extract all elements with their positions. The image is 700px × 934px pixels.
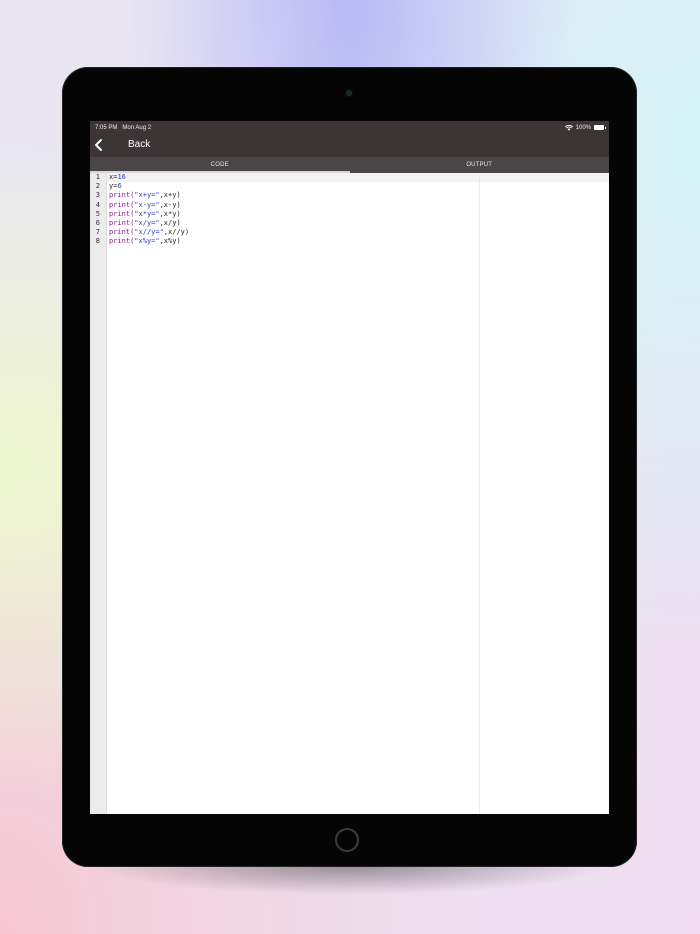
- code-line[interactable]: print("x/y=",x/y): [107, 219, 609, 228]
- status-time: 7:05 PM: [95, 124, 118, 131]
- code-token-text: ,x%y): [159, 237, 181, 246]
- code-token-keyword: print(: [109, 228, 135, 237]
- code-token-string: "x*y=": [134, 209, 160, 218]
- code-token-string: "x/y=": [134, 218, 160, 227]
- line-number: 5: [95, 209, 100, 218]
- battery-icon: [594, 125, 606, 130]
- home-button[interactable]: [335, 828, 359, 852]
- line-number: 2: [95, 182, 100, 191]
- tablet-device: 7:05 PM Mon Aug 2 100% Back CODE OUTPUT …: [62, 67, 637, 867]
- battery-percent: 100%: [575, 124, 591, 131]
- code-line[interactable]: x=16: [107, 173, 609, 183]
- code-line[interactable]: print("x//y=",x//y): [107, 228, 609, 237]
- navigation-bar: Back: [90, 134, 609, 157]
- tab-bar: CODE OUTPUT: [90, 157, 609, 173]
- code-line[interactable]: print("x-y=",x-y): [107, 201, 609, 210]
- chevron-left-icon[interactable]: [93, 138, 105, 152]
- code-token-number: 6: [117, 182, 122, 191]
- code-line[interactable]: print("x%y=",x%y): [107, 237, 609, 246]
- status-date: Mon Aug 2: [122, 124, 152, 131]
- print-margin-line: [479, 173, 480, 814]
- code-token-keyword: print(: [109, 209, 135, 218]
- code-token-text: ,x-y): [159, 200, 181, 209]
- back-button[interactable]: Back: [128, 139, 150, 150]
- code-token-string: "x-y=": [134, 200, 160, 209]
- code-token-string: "x%y=": [134, 237, 160, 246]
- code-token-number: 16: [117, 173, 126, 181]
- code-token-text: ,x//y): [163, 228, 190, 237]
- code-token-string: "x//y=": [134, 228, 164, 237]
- code-line[interactable]: y=6: [107, 182, 609, 191]
- code-token-text: ,x+y): [159, 191, 181, 200]
- code-line[interactable]: print("x*y=",x*y): [107, 210, 609, 219]
- status-right: 100%: [564, 124, 606, 131]
- code-editor[interactable]: 1 2 3 4 5 6 7 8 x=16 y=6 print("x+y=",x+…: [90, 173, 609, 814]
- code-line[interactable]: print("x+y=",x+y): [107, 191, 609, 200]
- line-number: 7: [95, 228, 100, 237]
- code-token-text: ,x/y): [159, 218, 181, 227]
- code-token-keyword: print(: [109, 237, 135, 246]
- code-token-keyword: print(: [109, 218, 135, 227]
- line-number-gutter: 1 2 3 4 5 6 7 8: [90, 173, 107, 814]
- line-number: 4: [95, 200, 100, 209]
- status-left: 7:05 PM Mon Aug 2: [95, 125, 151, 131]
- line-number: 6: [95, 218, 100, 227]
- status-bar: 7:05 PM Mon Aug 2 100%: [90, 121, 609, 134]
- code-token-text: ,x*y): [159, 209, 181, 218]
- wifi-icon: [564, 124, 573, 131]
- tab-output[interactable]: OUTPUT: [350, 157, 610, 173]
- app-screen: 7:05 PM Mon Aug 2 100% Back CODE OUTPUT …: [90, 121, 609, 814]
- line-number: 1: [95, 173, 100, 181]
- code-area[interactable]: x=16 y=6 print("x+y=",x+y) print("x-y=",…: [107, 173, 609, 814]
- camera-icon: [346, 90, 352, 96]
- line-number: 3: [95, 191, 100, 200]
- code-token-keyword: print(: [109, 200, 135, 209]
- code-token-keyword: print(: [109, 191, 135, 200]
- line-number: 8: [95, 237, 100, 246]
- code-token-string: "x+y=": [134, 191, 160, 200]
